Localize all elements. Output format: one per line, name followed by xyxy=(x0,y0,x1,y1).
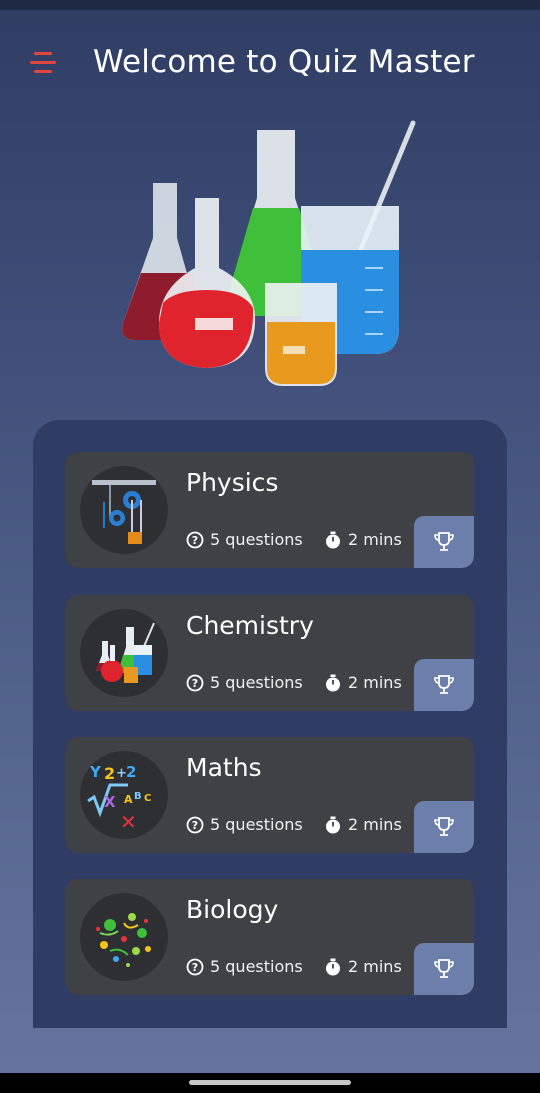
question-circle-icon: ? xyxy=(186,816,204,833)
quiz-card-chemistry[interactable]: Chemistry ? 5 questions 2 mins xyxy=(66,595,474,711)
quiz-list-panel: Physics ? 5 questions 2 mins Chemistry ?… xyxy=(33,420,507,1028)
leaderboard-button[interactable] xyxy=(414,516,474,568)
question-circle-icon: ? xyxy=(186,531,204,548)
quiz-title: Chemistry xyxy=(186,611,314,640)
duration-label: 2 mins xyxy=(348,957,402,976)
leaderboard-button[interactable] xyxy=(414,943,474,995)
svg-text:?: ? xyxy=(192,819,198,832)
duration: 2 mins xyxy=(324,673,402,692)
question-count: ? 5 questions xyxy=(186,815,303,834)
laboratory-glassware-illustration xyxy=(122,120,416,386)
svg-text:A: A xyxy=(124,793,133,806)
svg-text:?: ? xyxy=(192,961,198,974)
microbes-icon xyxy=(80,893,168,981)
svg-text:X: X xyxy=(104,793,116,811)
svg-text:?: ? xyxy=(192,534,198,547)
app-header: Welcome to Quiz Master xyxy=(0,30,540,96)
status-bar xyxy=(0,0,540,10)
leaderboard-button[interactable] xyxy=(414,659,474,711)
flasks-icon xyxy=(80,609,168,697)
svg-text:C: C xyxy=(144,793,151,804)
svg-text:B: B xyxy=(134,791,142,802)
trophy-icon xyxy=(434,532,454,551)
quiz-title: Maths xyxy=(186,753,262,782)
question-count: ? 5 questions xyxy=(186,530,303,549)
question-count-label: 5 questions xyxy=(210,957,303,976)
svg-text:Y: Y xyxy=(89,763,102,781)
math-symbols-icon: Y 2 + 2 X A B C ✕ xyxy=(80,751,168,839)
question-circle-icon: ? xyxy=(186,958,204,975)
svg-text:2: 2 xyxy=(126,763,136,781)
svg-text:✕: ✕ xyxy=(120,810,137,834)
duration: 2 mins xyxy=(324,530,402,549)
stopwatch-icon xyxy=(326,531,340,548)
page-title: Welcome to Quiz Master xyxy=(93,44,475,80)
duration: 2 mins xyxy=(324,815,402,834)
quiz-title: Physics xyxy=(186,468,279,497)
svg-text:?: ? xyxy=(192,677,198,690)
question-count-label: 5 questions xyxy=(210,530,303,549)
question-count-label: 5 questions xyxy=(210,673,303,692)
question-circle-icon: ? xyxy=(186,674,204,691)
stopwatch-icon xyxy=(326,816,340,833)
quiz-title: Biology xyxy=(186,895,279,924)
duration-label: 2 mins xyxy=(348,673,402,692)
svg-text:2: 2 xyxy=(104,764,115,783)
hamburger-menu-icon[interactable] xyxy=(30,52,56,74)
quiz-card-maths[interactable]: Y 2 + 2 X A B C ✕ Maths ? 5 questions 2 … xyxy=(66,737,474,853)
pulley-icon xyxy=(80,466,168,554)
quiz-card-biology[interactable]: Biology ? 5 questions 2 mins xyxy=(66,879,474,995)
stopwatch-icon xyxy=(326,674,340,691)
quiz-card-physics[interactable]: Physics ? 5 questions 2 mins xyxy=(66,452,474,568)
stopwatch-icon xyxy=(326,958,340,975)
trophy-icon xyxy=(434,817,454,836)
home-indicator[interactable] xyxy=(189,1080,351,1085)
duration-label: 2 mins xyxy=(348,530,402,549)
duration-label: 2 mins xyxy=(348,815,402,834)
question-count-label: 5 questions xyxy=(210,815,303,834)
trophy-icon xyxy=(434,675,454,694)
question-count: ? 5 questions xyxy=(186,673,303,692)
leaderboard-button[interactable] xyxy=(414,801,474,853)
trophy-icon xyxy=(434,959,454,978)
question-count: ? 5 questions xyxy=(186,957,303,976)
duration: 2 mins xyxy=(324,957,402,976)
